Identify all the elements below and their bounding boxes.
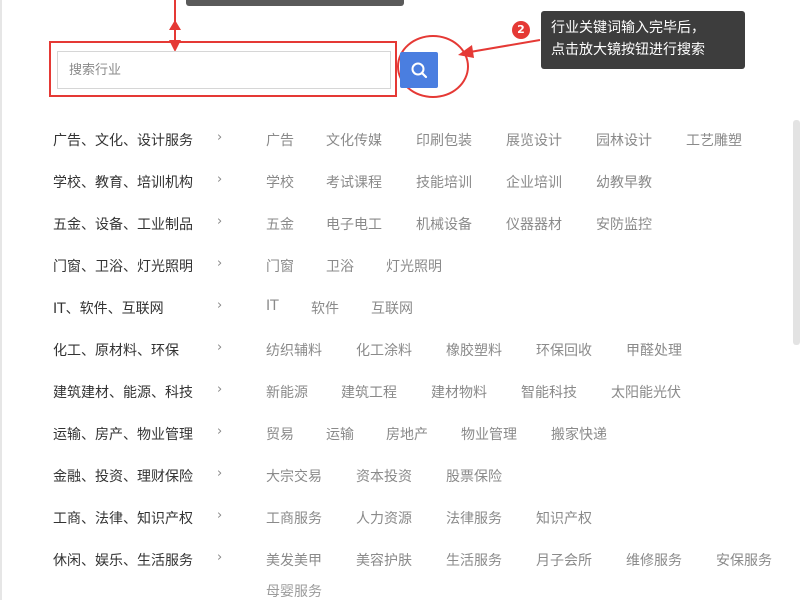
subcategory-link[interactable]: 太阳能光伏 [611,382,681,402]
subcategory-link[interactable]: 法律服务 [446,508,502,528]
chevron-right-icon: › [217,256,223,271]
subcategory-link[interactable]: 搬家快递 [551,424,607,444]
subcategory-link[interactable]: 物业管理 [461,424,517,444]
category-row: 建筑建材、能源、科技 › 新能源 建筑工程 建材物料 智能科技 太阳能光伏 [0,369,800,411]
subcategory-link[interactable]: IT [266,298,279,314]
tooltip-line-2: 点击放大镜按钮进行搜索 [551,42,705,58]
tooltip: 行业关键词输入完毕后， 点击放大镜按钮进行搜索 [541,11,745,69]
subcategory-link[interactable]: 生活服务 [446,550,502,570]
category-row: 门窗、卫浴、灯光照明 › 门窗 卫浴 灯光照明 [0,243,800,285]
category-row: 广告、文化、设计服务 › 广告 文化传媒 印刷包装 展览设计 园林设计 工艺雕塑 [0,117,800,159]
category-name[interactable]: 建筑建材、能源、科技 [53,382,193,402]
subcategory-link[interactable]: 印刷包装 [416,130,472,150]
category-name[interactable]: 门窗、卫浴、灯光照明 [53,256,193,276]
category-row: 工商、法律、知识产权 › 工商服务 人力资源 法律服务 知识产权 [0,495,800,537]
subcategory-link[interactable]: 知识产权 [536,508,592,528]
subcategory-link[interactable]: 仪器器材 [506,214,562,234]
category-row: 学校、教育、培训机构 › 学校 考试课程 技能培训 企业培训 幼教早教 [0,159,800,201]
subcategory-link[interactable]: 软件 [311,298,339,318]
subcategory-link[interactable]: 安保服务 [716,550,772,570]
category-name[interactable]: 化工、原材料、环保 [53,340,179,360]
subcategory-link[interactable]: 技能培训 [416,172,472,192]
subcategory-link[interactable]: 建筑工程 [341,382,397,402]
category-row: 化工、原材料、环保 › 纺织辅料 化工涂料 橡胶塑料 环保回收 甲醛处理 [0,327,800,369]
category-name[interactable]: 运输、房产、物业管理 [53,424,193,444]
category-name[interactable]: IT、软件、互联网 [53,298,164,318]
chevron-right-icon: › [217,508,223,523]
chevron-right-icon: › [217,340,223,355]
subcategory-link[interactable]: 运输 [326,424,354,444]
chevron-right-icon: › [217,424,223,439]
chevron-right-icon: › [217,550,223,565]
search-input[interactable] [57,51,391,89]
subcategory-link[interactable]: 资本投资 [356,466,412,486]
subcategory-link[interactable]: 建材物料 [431,382,487,402]
subcategory-link[interactable]: 维修服务 [626,550,682,570]
subcategory-link[interactable]: 工商服务 [266,508,322,528]
subcategory-link[interactable]: 房地产 [386,424,428,444]
subcategory-link[interactable]: 智能科技 [521,382,577,402]
subcategory-link[interactable]: 大宗交易 [266,466,322,486]
category-name[interactable]: 工商、法律、知识产权 [53,508,193,528]
chevron-right-icon: › [217,298,223,313]
subcategory-link[interactable]: 门窗 [266,256,294,276]
subcategory-link[interactable]: 贸易 [266,424,294,444]
category-name[interactable]: 学校、教育、培训机构 [53,172,193,192]
subcategory-link[interactable]: 企业培训 [506,172,562,192]
subcategory-link[interactable]: 互联网 [371,298,413,318]
category-row: 母婴服务 [0,579,800,600]
step-badge: 2 [512,21,530,39]
category-name[interactable]: 五金、设备、工业制品 [53,214,193,234]
category-row: 运输、房产、物业管理 › 贸易 运输 房地产 物业管理 搬家快递 [0,411,800,453]
category-row: 金融、投资、理财保险 › 大宗交易 资本投资 股票保险 [0,453,800,495]
category-name[interactable]: 广告、文化、设计服务 [53,130,193,150]
subcategory-link[interactable]: 新能源 [266,382,308,402]
category-row: 五金、设备、工业制品 › 五金 电子电工 机械设备 仪器器材 安防监控 [0,201,800,243]
category-row: 休闲、娱乐、生活服务 › 美发美甲 美容护肤 生活服务 月子会所 维修服务 安保服务 [0,537,800,579]
subcategory-link[interactable]: 广告 [266,130,294,150]
top-dark-bar [186,0,404,6]
subcategory-link[interactable]: 人力资源 [356,508,412,528]
subcategory-link[interactable]: 橡胶塑料 [446,340,502,360]
subcategory-link[interactable]: 母婴服务 [266,581,322,600]
category-name[interactable]: 休闲、娱乐、生活服务 [53,550,193,570]
subcategory-link[interactable]: 卫浴 [326,256,354,276]
subcategory-link[interactable]: 展览设计 [506,130,562,150]
subcategory-link[interactable]: 化工涂料 [356,340,412,360]
subcategory-link[interactable]: 园林设计 [596,130,652,150]
subcategory-link[interactable]: 环保回收 [536,340,592,360]
category-name[interactable]: 金融、投资、理财保险 [53,466,193,486]
subcategory-link[interactable]: 美发美甲 [266,550,322,570]
subcategory-link[interactable]: 考试课程 [326,172,382,192]
chevron-right-icon: › [217,466,223,481]
magnifier-icon [411,62,428,79]
subcategory-link[interactable]: 股票保险 [446,466,502,486]
chevron-right-icon: › [217,382,223,397]
category-row: IT、软件、互联网 › IT 软件 互联网 [0,285,800,327]
subcategory-link[interactable]: 工艺雕塑 [686,130,742,150]
tooltip-line-1: 行业关键词输入完毕后， [551,20,705,36]
chevron-right-icon: › [217,130,223,145]
subcategory-link[interactable]: 机械设备 [416,214,472,234]
subcategory-link[interactable]: 学校 [266,172,294,192]
search-button[interactable] [400,52,438,88]
subcategory-link[interactable]: 灯光照明 [386,256,442,276]
subcategory-link[interactable]: 纺织辅料 [266,340,322,360]
subcategory-link[interactable]: 电子电工 [326,214,382,234]
subcategory-link[interactable]: 甲醛处理 [626,340,682,360]
subcategory-link[interactable]: 美容护肤 [356,550,412,570]
subcategory-link[interactable]: 安防监控 [596,214,652,234]
subcategory-link[interactable]: 幼教早教 [596,172,652,192]
subcategory-link[interactable]: 文化传媒 [326,130,382,150]
subcategory-link[interactable]: 五金 [266,214,294,234]
subcategory-link[interactable]: 月子会所 [536,550,592,570]
chevron-right-icon: › [217,172,223,187]
chevron-right-icon: › [217,214,223,229]
